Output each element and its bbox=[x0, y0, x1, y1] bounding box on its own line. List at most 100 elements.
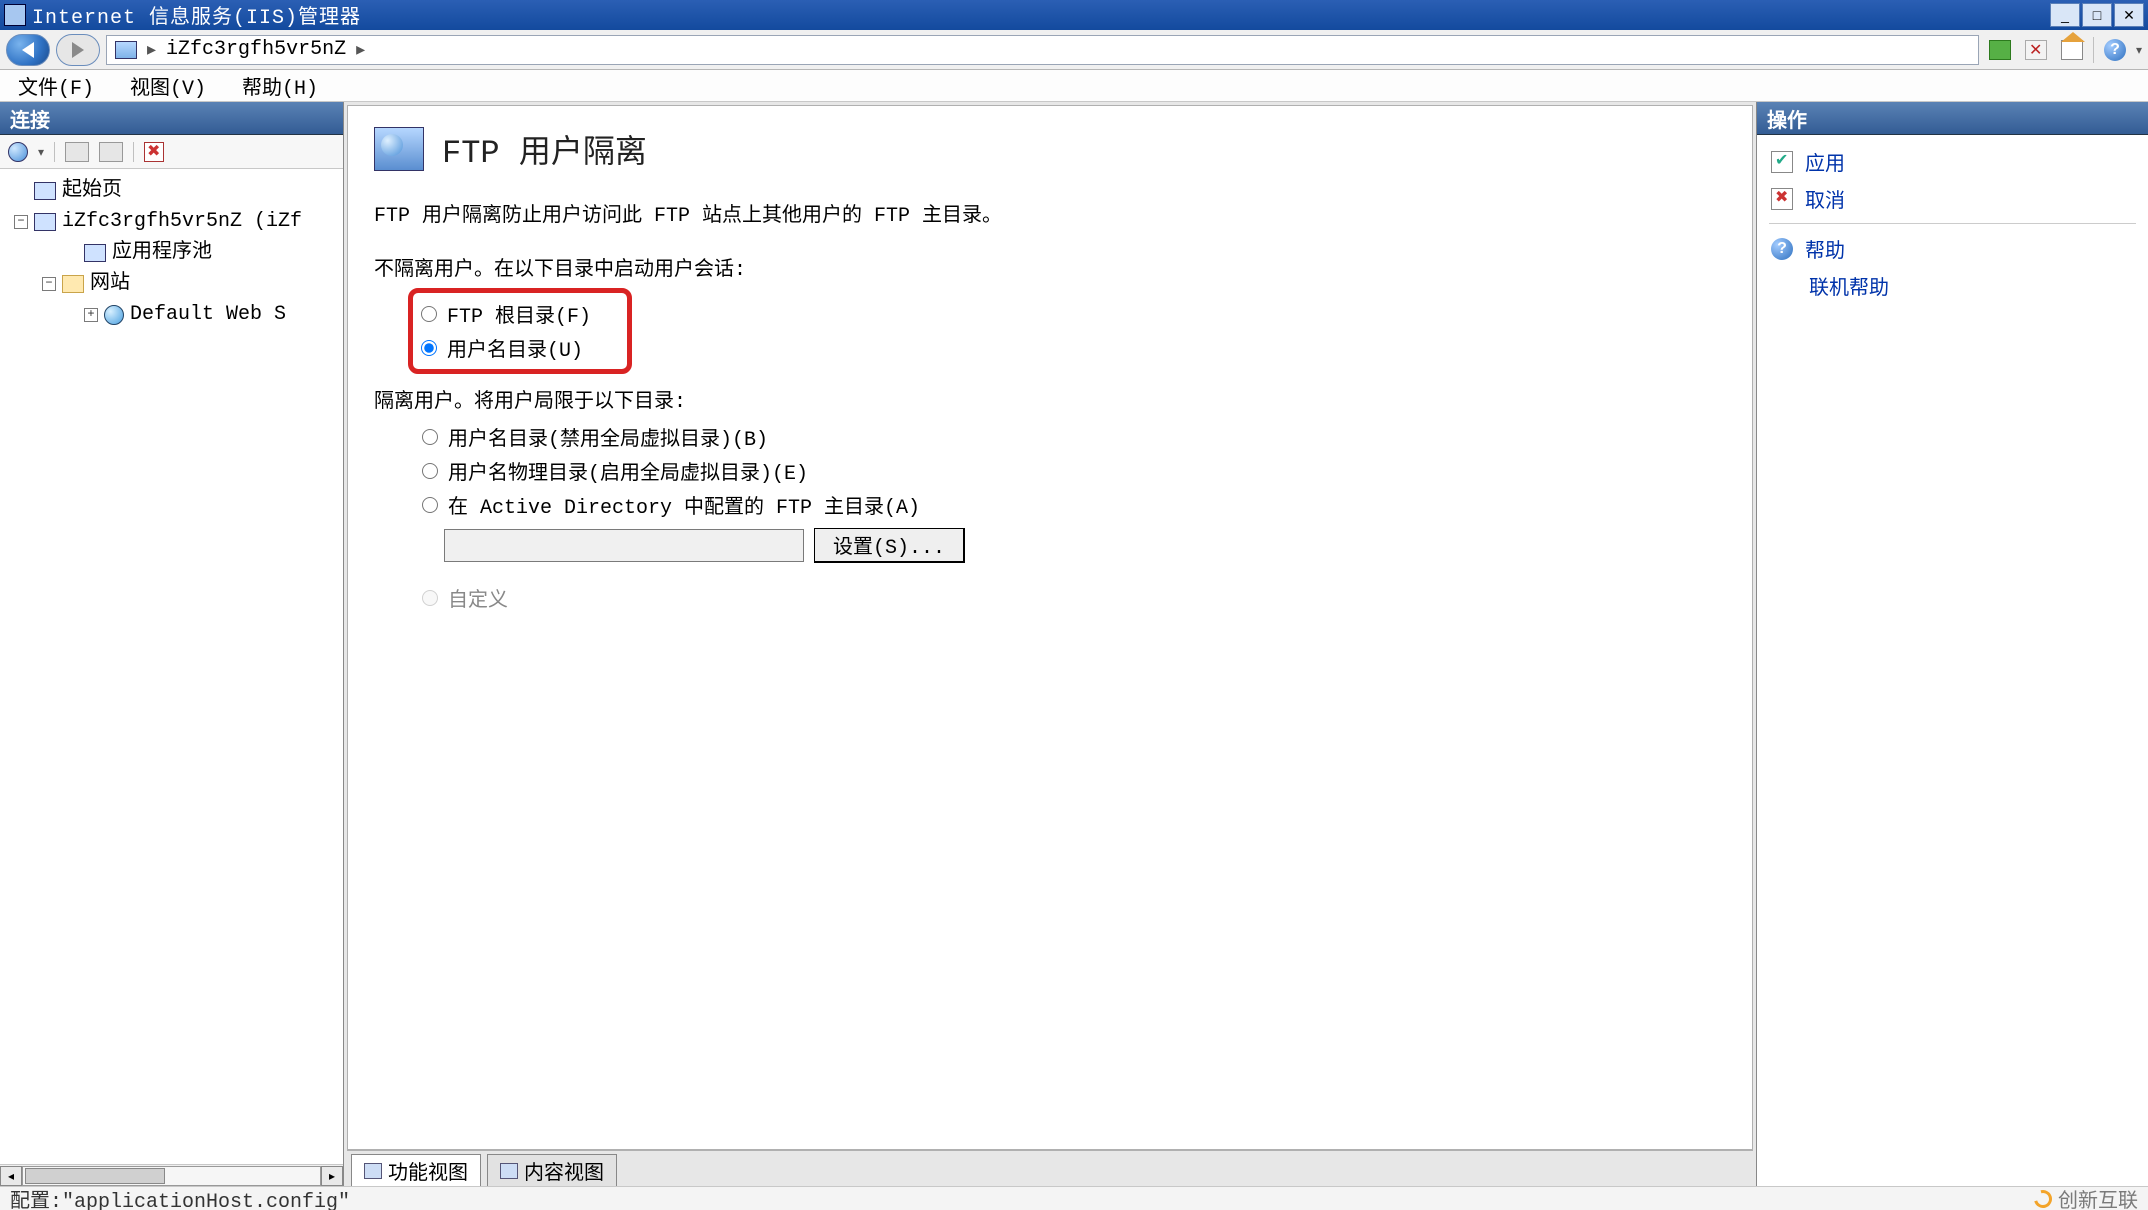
server-icon bbox=[115, 41, 137, 59]
expander-icon[interactable]: − bbox=[14, 215, 28, 229]
action-apply[interactable]: 应用 bbox=[1769, 143, 2136, 180]
brand-logo: 创新互联 bbox=[2034, 1184, 2138, 1210]
page-description: FTP 用户隔离防止用户访问此 FTP 站点上其他用户的 FTP 主目录。 bbox=[374, 198, 1726, 228]
tree-label-default-site: Default Web S bbox=[130, 299, 286, 330]
scroll-right-button[interactable]: ▸ bbox=[321, 1166, 343, 1186]
radio-custom: 自定义 bbox=[422, 581, 1726, 615]
radio-username-dir[interactable]: 用户名目录(U) bbox=[421, 331, 591, 365]
actions-header: 操作 bbox=[1757, 102, 2148, 135]
open-icon[interactable] bbox=[99, 142, 123, 162]
radio-user-physical-label: 用户名物理目录(启用全局虚拟目录)(E) bbox=[448, 456, 808, 486]
breadcrumb-server[interactable]: iZfc3rgfh5vr5nZ bbox=[166, 38, 346, 61]
menu-file[interactable]: 文件(F) bbox=[12, 67, 100, 105]
highlighted-options: FTP 根目录(F) 用户名目录(U) bbox=[408, 288, 632, 374]
tree-server-node[interactable]: − iZfc3rgfh5vr5nZ (iZf bbox=[14, 206, 343, 237]
radio-user-disable-global[interactable]: 用户名目录(禁用全局虚拟目录)(B) bbox=[422, 420, 1726, 454]
window-title: Internet 信息服务(IIS)管理器 bbox=[32, 0, 2050, 30]
breadcrumb-sep-end: ▸ bbox=[356, 39, 365, 60]
tree-label-start: 起始页 bbox=[62, 175, 122, 206]
cancel-icon bbox=[1771, 188, 1793, 210]
help-icon: ? bbox=[1771, 238, 1793, 260]
radio-ad-input[interactable] bbox=[422, 497, 438, 513]
maximize-button[interactable]: □ bbox=[2082, 3, 2112, 27]
features-view-icon bbox=[364, 1163, 382, 1179]
radio-user-physical-input[interactable] bbox=[422, 463, 438, 479]
tree-label-pools: 应用程序池 bbox=[112, 237, 212, 268]
scroll-thumb[interactable] bbox=[25, 1168, 165, 1184]
scroll-left-button[interactable]: ◂ bbox=[0, 1166, 22, 1186]
server-icon bbox=[34, 213, 56, 231]
radio-ftp-root[interactable]: FTP 根目录(F) bbox=[421, 297, 591, 331]
radio-username-dir-label: 用户名目录(U) bbox=[447, 333, 583, 363]
expander-icon[interactable]: + bbox=[84, 308, 98, 322]
pool-icon bbox=[84, 244, 106, 262]
content-view-icon bbox=[500, 1163, 518, 1179]
titlebar: Internet 信息服务(IIS)管理器 _ □ ✕ bbox=[0, 0, 2148, 30]
action-help-label: 帮助 bbox=[1805, 234, 1845, 263]
tab-content-view[interactable]: 内容视图 bbox=[487, 1154, 617, 1186]
page-title: FTP 用户隔离 bbox=[442, 126, 647, 172]
radio-ad-label: 在 Active Directory 中配置的 FTP 主目录(A) bbox=[448, 490, 920, 520]
content-area: FTP 用户隔离 FTP 用户隔离防止用户访问此 FTP 站点上其他用户的 FT… bbox=[344, 102, 1756, 1186]
page-icon bbox=[34, 182, 56, 200]
delete-icon[interactable] bbox=[144, 142, 164, 162]
radio-custom-label: 自定义 bbox=[448, 583, 508, 613]
address-bar[interactable]: ▸ iZfc3rgfh5vr5nZ ▸ bbox=[106, 35, 1979, 65]
radio-username-dir-input[interactable] bbox=[421, 340, 437, 356]
section-no-isolation: 不隔离用户。在以下目录中启动用户会话: bbox=[374, 252, 1726, 282]
radio-user-disable-global-input[interactable] bbox=[422, 429, 438, 445]
breadcrumb-sep: ▸ bbox=[147, 39, 156, 60]
home-button[interactable] bbox=[2057, 36, 2087, 64]
tree-hscrollbar[interactable]: ◂ ▸ bbox=[0, 1164, 343, 1186]
nav-back-button[interactable] bbox=[6, 34, 50, 66]
help-button[interactable]: ? bbox=[2100, 36, 2130, 64]
folder-icon bbox=[62, 275, 84, 293]
apply-icon bbox=[1771, 151, 1793, 173]
brand-icon bbox=[2031, 1186, 2056, 1210]
tree-sites[interactable]: − 网站 bbox=[14, 268, 343, 299]
section-isolation: 隔离用户。将用户局限于以下目录: bbox=[374, 384, 1726, 414]
body: 连接 ▾ 起始页 − iZfc3rgfh5vr5nZ (iZf 应用 bbox=[0, 102, 2148, 1186]
menu-view[interactable]: 视图(V) bbox=[124, 67, 212, 105]
menubar: 文件(F) 视图(V) 帮助(H) bbox=[0, 70, 2148, 102]
app-icon bbox=[4, 4, 26, 26]
radio-user-physical[interactable]: 用户名物理目录(启用全局虚拟目录)(E) bbox=[422, 454, 1726, 488]
actions-list: 应用 取消 ? 帮助 联机帮助 bbox=[1757, 135, 2148, 1186]
radio-custom-input bbox=[422, 590, 438, 606]
tab-content-label: 内容视图 bbox=[524, 1156, 604, 1185]
statusbar: 配置:"applicationHost.config" 创新互联 bbox=[0, 1186, 2148, 1210]
action-online-help[interactable]: 联机帮助 bbox=[1769, 267, 2136, 304]
ftp-isolation-icon bbox=[374, 127, 424, 171]
connections-toolbar: ▾ bbox=[0, 135, 343, 169]
action-cancel[interactable]: 取消 bbox=[1769, 180, 2136, 217]
tree-default-site[interactable]: + Default Web S bbox=[14, 299, 343, 330]
connect-icon[interactable] bbox=[8, 142, 28, 162]
minimize-button[interactable]: _ bbox=[2050, 3, 2080, 27]
tree-label-sites: 网站 bbox=[90, 268, 130, 299]
view-tabs: 功能视图 内容视图 bbox=[347, 1150, 1753, 1186]
tree-app-pools[interactable]: 应用程序池 bbox=[14, 237, 343, 268]
tree-start-page[interactable]: 起始页 bbox=[14, 175, 343, 206]
menu-help[interactable]: 帮助(H) bbox=[236, 67, 324, 105]
action-apply-label: 应用 bbox=[1805, 147, 1845, 176]
refresh-button[interactable] bbox=[1985, 36, 2015, 64]
stop-button[interactable] bbox=[2021, 36, 2051, 64]
radio-ftp-root-input[interactable] bbox=[421, 306, 437, 322]
ad-set-button[interactable]: 设置(S)... bbox=[814, 528, 965, 563]
close-button[interactable]: ✕ bbox=[2114, 3, 2144, 27]
tab-features-label: 功能视图 bbox=[388, 1156, 468, 1185]
save-icon[interactable] bbox=[65, 142, 89, 162]
action-help[interactable]: ? 帮助 bbox=[1769, 230, 2136, 267]
ad-path-input bbox=[444, 529, 804, 562]
scroll-track[interactable] bbox=[22, 1166, 321, 1186]
radio-user-disable-global-label: 用户名目录(禁用全局虚拟目录)(B) bbox=[448, 422, 768, 452]
ad-config-row: 设置(S)... bbox=[444, 528, 1726, 563]
radio-ad[interactable]: 在 Active Directory 中配置的 FTP 主目录(A) bbox=[422, 488, 1726, 522]
nav-toolbar: ▸ iZfc3rgfh5vr5nZ ▸ ? ▾ bbox=[0, 30, 2148, 70]
action-cancel-label: 取消 bbox=[1805, 184, 1845, 213]
tab-features-view[interactable]: 功能视图 bbox=[351, 1154, 481, 1186]
nav-forward-button[interactable] bbox=[56, 34, 100, 66]
expander-icon[interactable]: − bbox=[42, 277, 56, 291]
separator bbox=[1769, 223, 2136, 224]
connections-panel: 连接 ▾ 起始页 − iZfc3rgfh5vr5nZ (iZf 应用 bbox=[0, 102, 344, 1186]
